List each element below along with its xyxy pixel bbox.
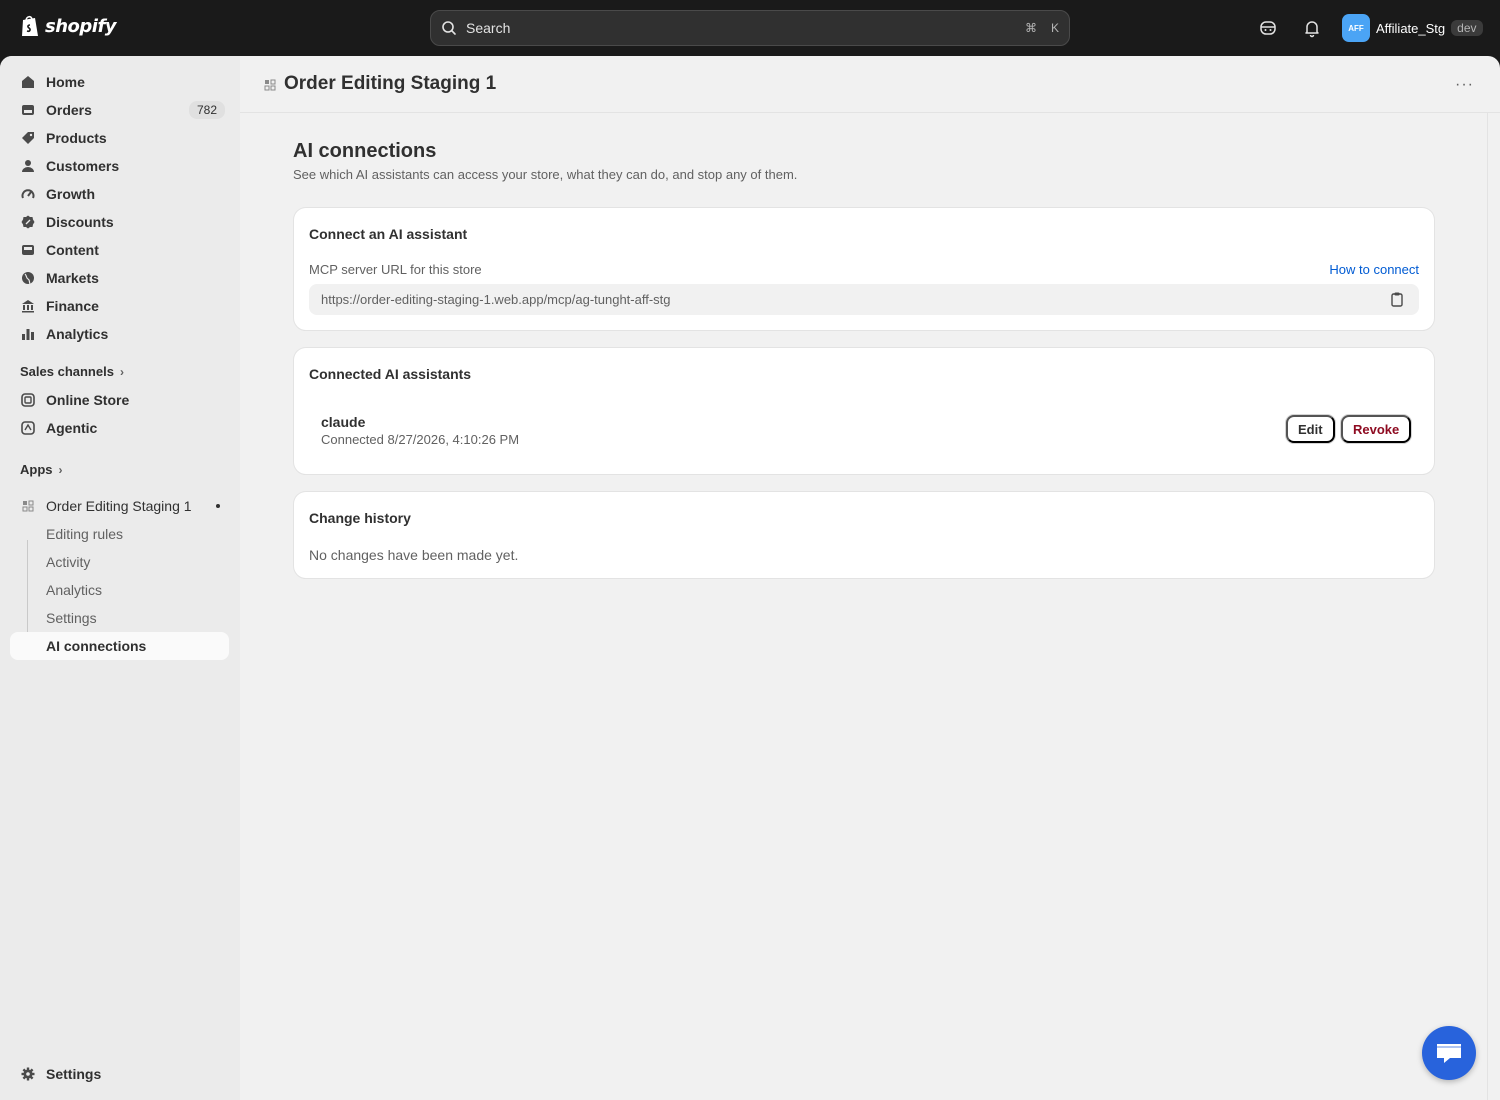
scrollbar[interactable] — [1487, 113, 1488, 1100]
orders-count-badge: 782 — [188, 101, 225, 119]
gear-icon — [20, 1066, 36, 1082]
app-header: Order Editing Staging 1 ··· — [240, 56, 1500, 113]
sidebar-item-label: Analytics — [46, 326, 109, 342]
sidebar-item-products[interactable]: Products — [10, 124, 229, 152]
how-to-connect-link[interactable]: How to connect — [1329, 262, 1419, 277]
top-bar: shopify Search ⌘ K AFF Affiliate_Stg dev — [0, 0, 1500, 56]
empty-state-text: No changes have been made yet. — [309, 547, 519, 563]
change-history-card: Change history No changes have been made… — [294, 492, 1434, 578]
more-actions-button[interactable]: ··· — [1455, 76, 1474, 94]
mcp-url-value: https://order-editing-staging-1.web.app/… — [321, 292, 671, 307]
card-title: Connect an AI assistant — [309, 226, 468, 242]
tag-icon — [20, 130, 36, 146]
assistant-connected-time: Connected 8/27/2026, 4:10:26 PM — [321, 432, 520, 447]
globe-icon — [20, 270, 36, 286]
bell-icon[interactable] — [1302, 18, 1322, 38]
sidebar-item-label: Online Store — [46, 392, 130, 408]
sidebar-item-markets[interactable]: Markets — [10, 264, 229, 292]
app-icon — [264, 79, 276, 91]
page-subtitle: See which AI assistants can access your … — [293, 167, 798, 182]
sidebar-item-customers[interactable]: Customers — [10, 152, 229, 180]
search-placeholder: Search — [466, 20, 511, 36]
sidebar-item-label: Content — [46, 242, 99, 258]
sidebar-item-online-store[interactable]: Online Store — [10, 386, 229, 414]
sidebar-item-label: Agentic — [46, 420, 98, 436]
sidebar-item-app[interactable]: Order Editing Staging 1 — [10, 492, 229, 520]
sidebar-item-label: Growth — [46, 186, 95, 202]
sidebar-subitem-settings[interactable]: Settings — [10, 604, 229, 632]
env-badge: dev — [1451, 20, 1483, 36]
shortcut-k-key: K — [1050, 21, 1059, 35]
sidebar-item-orders[interactable]: Orders 782 — [10, 96, 229, 124]
bar-chart-icon — [20, 326, 36, 342]
sidebar-item-label: Products — [46, 130, 107, 146]
search-bar[interactable]: Search ⌘ K — [430, 10, 1070, 46]
gauge-icon — [20, 186, 36, 202]
bank-icon — [20, 298, 36, 314]
sidebar-item-label: Orders — [46, 102, 92, 118]
sidebar-subitem-analytics[interactable]: Analytics — [10, 576, 229, 604]
card-title: Change history — [309, 510, 411, 526]
sidebar-item-content[interactable]: Content — [10, 236, 229, 264]
shopify-bag-icon — [22, 15, 38, 36]
sales-channels-heading[interactable]: Sales channels › — [20, 364, 124, 379]
sidebar-item-finance[interactable]: Finance — [10, 292, 229, 320]
sidebar-item-label: Order Editing Staging 1 — [46, 498, 192, 514]
chevron-right-icon: › — [58, 462, 63, 477]
sidebar-item-settings[interactable]: Settings — [10, 1060, 229, 1088]
sidebar-item-home[interactable]: Home — [10, 68, 229, 96]
app-icon — [20, 498, 36, 514]
sidekick-icon[interactable] — [1258, 18, 1278, 38]
apps-label: Apps — [20, 462, 53, 477]
card-title: Connected AI assistants — [309, 366, 472, 382]
sidebar-subitem-ai-connections[interactable]: AI connections — [10, 632, 229, 660]
chat-button[interactable] — [1422, 1026, 1476, 1080]
apps-heading[interactable]: Apps › — [20, 462, 63, 477]
sidebar: Home Orders 782 Products Customers Growt… — [0, 56, 240, 1100]
person-icon — [20, 158, 36, 174]
sidebar-item-label: Finance — [46, 298, 99, 314]
home-icon — [20, 74, 36, 90]
avatar: AFF — [1342, 14, 1370, 42]
agentic-icon — [20, 420, 36, 436]
sidebar-subitem-editing-rules[interactable]: Editing rules — [10, 520, 229, 548]
sidebar-item-label: Settings — [46, 1066, 102, 1082]
connect-card: Connect an AI assistant MCP server URL f… — [294, 208, 1434, 330]
sidebar-item-analytics[interactable]: Analytics — [10, 320, 229, 348]
orders-icon — [20, 102, 36, 118]
discount-icon — [20, 214, 36, 230]
edit-button[interactable]: Edit — [1286, 415, 1335, 443]
shortcut-cmd-key: ⌘ — [1024, 21, 1037, 35]
connected-assistants-card: Connected AI assistants claude Connected… — [294, 348, 1434, 474]
sidebar-item-label: Markets — [46, 270, 99, 286]
sidebar-item-label: Customers — [46, 158, 120, 174]
brand-wordmark: shopify — [45, 15, 117, 37]
chat-icon — [1437, 1044, 1461, 1063]
content-icon — [20, 242, 36, 258]
sidebar-item-label: Home — [46, 74, 85, 90]
sales-channels-label: Sales channels — [20, 364, 114, 379]
chevron-right-icon: › — [119, 364, 124, 379]
sidebar-item-growth[interactable]: Growth — [10, 180, 229, 208]
pin-dot-icon[interactable] — [216, 504, 220, 508]
assistant-name: claude — [321, 414, 366, 430]
shopify-logo[interactable]: shopify — [20, 14, 117, 38]
mcp-url-field[interactable]: https://order-editing-staging-1.web.app/… — [309, 284, 1419, 315]
sidebar-item-agentic[interactable]: Agentic — [10, 414, 229, 442]
admin-frame: Home Orders 782 Products Customers Growt… — [0, 56, 1500, 1100]
store-menu-button[interactable]: AFF Affiliate_Stg dev — [1342, 14, 1483, 42]
store-icon — [20, 392, 36, 408]
revoke-button[interactable]: Revoke — [1341, 415, 1412, 443]
app-title: Order Editing Staging 1 — [284, 73, 497, 94]
store-name: Affiliate_Stg — [1376, 20, 1446, 36]
search-icon — [442, 21, 456, 35]
sidebar-subitem-activity[interactable]: Activity — [10, 548, 229, 576]
sidebar-item-discounts[interactable]: Discounts — [10, 208, 229, 236]
sidebar-item-label: Discounts — [46, 214, 114, 230]
page-title: AI connections — [293, 140, 437, 162]
mcp-url-label: MCP server URL for this store — [309, 262, 482, 277]
clipboard-icon[interactable] — [1389, 291, 1405, 307]
